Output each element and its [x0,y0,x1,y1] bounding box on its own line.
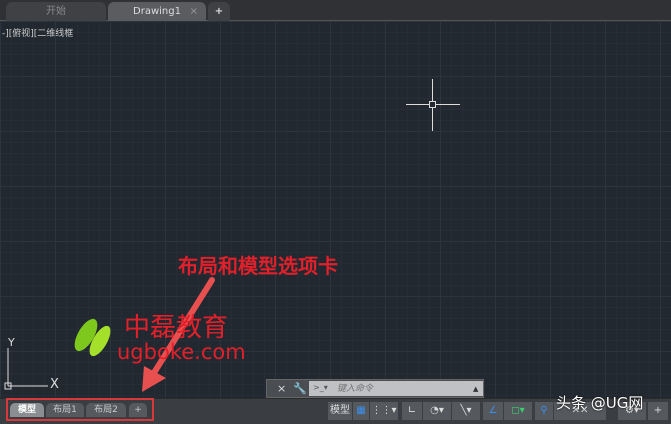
viewport-controls[interactable]: -][俯视][二维线框 [2,26,73,39]
isodraft-icon[interactable]: ∠ [483,402,503,420]
polar-icon[interactable]: ◔▾ [423,402,451,420]
osnap-track-icon[interactable]: ╲▾ [452,402,480,420]
command-input[interactable] [309,381,483,396]
brand-logo-icon [74,318,111,357]
corner-watermark: 头条 @UG网 [556,394,644,412]
tab-model[interactable]: 模型 [10,403,44,417]
dynucs-icon[interactable]: ◻▾ [504,402,532,420]
customize-plus-icon[interactable]: + [648,402,668,420]
annotation-icon[interactable]: ⚲ [535,402,553,420]
ucs-icon: Y X [4,336,59,392]
ucs-y-label: Y [7,336,15,349]
wrench-icon[interactable]: 🔧 [293,382,307,395]
file-tab-bar: 开始 Drawing1 × + [0,0,671,21]
grid-icon[interactable]: ▦ [353,402,369,420]
add-layout-button[interactable]: + [129,403,147,417]
tab-layout2[interactable]: 布局2 [86,403,126,417]
tab-label: Drawing1 [133,6,181,17]
ortho-icon[interactable]: ∟ [402,402,422,420]
close-icon[interactable]: × [190,2,198,21]
snap-icon[interactable]: ⋮⋮▾ [370,402,398,420]
model-space-button[interactable]: 模型 [328,402,352,420]
annotation-text: 布局和模型选项卡 [178,254,338,278]
watermark-domain: ugboke.com [117,340,246,364]
tab-drawing1[interactable]: Drawing1 × [108,2,206,21]
pickbox [429,101,436,108]
tab-layout1[interactable]: 布局1 [46,403,84,417]
new-tab-button[interactable]: + [208,2,230,21]
layout-tabs: 模型 布局1 布局2 + [6,398,154,421]
close-icon[interactable]: × [277,382,286,395]
expand-history-icon[interactable]: ▲ [473,385,478,393]
watermark-brand: 中磊教育 [124,313,229,343]
command-prompt-icon[interactable]: >_▾ [313,383,328,392]
tab-start[interactable]: 开始 [6,2,106,21]
tab-label: 开始 [46,6,66,17]
ucs-x-label: X [50,377,59,392]
command-line: × 🔧 >_▾ ▲ [266,379,484,398]
